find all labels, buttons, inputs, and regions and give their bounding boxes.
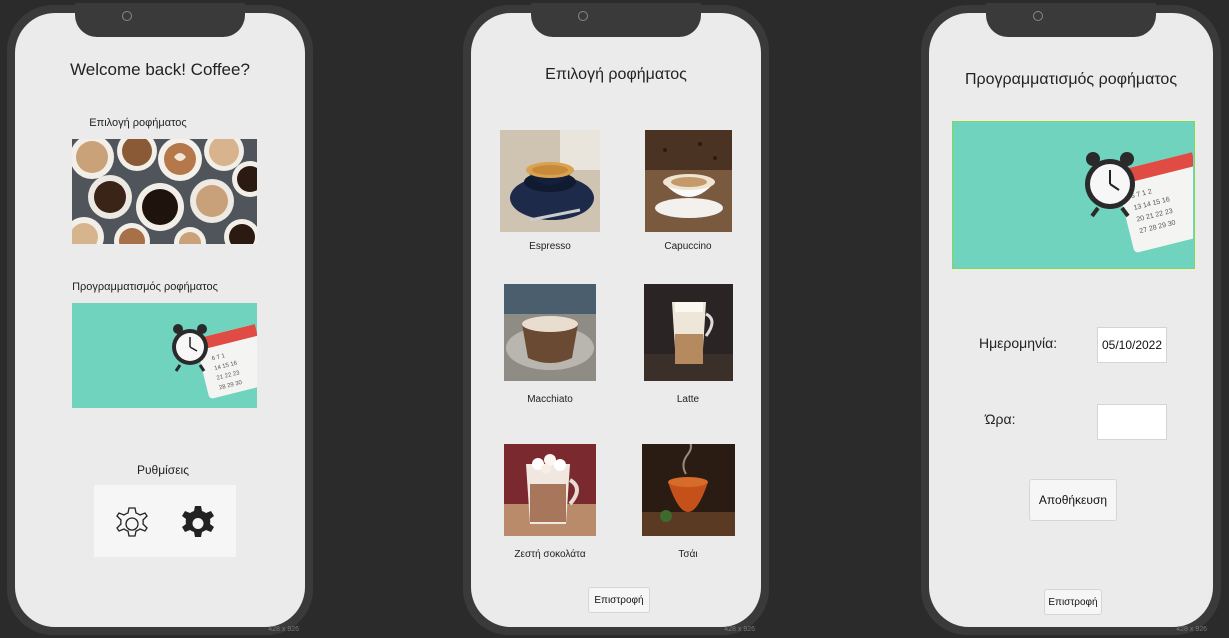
choose-title: Επιλογή ροφήματος — [545, 66, 687, 83]
drink-tile-latte[interactable] — [644, 284, 733, 381]
camera-icon — [1033, 11, 1043, 21]
camera-icon — [122, 11, 132, 21]
phone-choose: Επιλογή ροφήματος Espresso Capuccino Mac… — [463, 3, 769, 635]
phone-schedule: Προγραμματισμός ροφήματος 6 7 1 2 13 14 1… — [921, 3, 1221, 635]
back-button[interactable]: Επιστροφή — [588, 587, 650, 613]
camera-icon — [578, 11, 588, 21]
date-field[interactable]: 05/10/2022 — [1097, 327, 1167, 363]
choose-drink-label: Επιλογή ροφήματος — [89, 117, 187, 129]
drink-tile-capuccino[interactable] — [645, 130, 732, 232]
device-size-label: 428 x 926 — [724, 626, 755, 633]
phone-home: Welcome back! Coffee? Επιλογή ροφήματος — [7, 3, 313, 635]
date-label: Ημερομηνία: — [979, 335, 1058, 351]
gear-outline-icon[interactable] — [111, 503, 153, 545]
device-size-label: 428 x 926 — [1176, 626, 1207, 633]
drink-label-hot-chocolate: Ζεστή σοκολάτα — [514, 549, 586, 560]
home-screen: Welcome back! Coffee? Επιλογή ροφήματος — [15, 13, 305, 627]
back-button[interactable]: Επιστροφή — [1044, 589, 1102, 615]
save-button[interactable]: Αποθήκευση — [1029, 479, 1117, 521]
home-title: Welcome back! Coffee? — [70, 60, 250, 79]
time-field[interactable] — [1097, 404, 1167, 440]
schedule-title: Προγραμματισμός ροφήματος — [964, 71, 1178, 88]
gear-filled-icon[interactable] — [177, 503, 219, 545]
schedule-screen: Προγραμματισμός ροφήματος 6 7 1 2 13 14 1… — [929, 13, 1213, 627]
drink-label-capuccino: Capuccino — [664, 241, 712, 252]
drink-label-latte: Latte — [676, 394, 700, 405]
phone-notch — [75, 3, 245, 37]
phone-notch — [531, 3, 701, 37]
drink-tile-hot-chocolate[interactable] — [504, 444, 596, 536]
drink-label-espresso: Espresso — [529, 241, 571, 252]
drink-tile-macchiato[interactable] — [504, 284, 596, 381]
drink-label-tea: Τσάι — [678, 549, 698, 560]
schedule-banner-image[interactable]: 6 7 1 2 13 14 15 16 20 21 22 23 27 28 29 30 — [952, 121, 1195, 269]
drink-label-macchiato: Macchiato — [527, 394, 573, 405]
time-label: Ώρα: — [985, 411, 1016, 427]
schedule-drink-label: Προγραμματισμός ροφήματος — [72, 281, 218, 293]
coffee-cups-image[interactable] — [72, 139, 257, 244]
choose-screen: Επιλογή ροφήματος Espresso Capuccino Mac… — [471, 13, 761, 627]
drink-tile-tea[interactable] — [642, 444, 735, 536]
schedule-image[interactable]: 6 7 1 14 15 16 21 22 23 28 29 30 — [72, 303, 257, 408]
device-size-label: 428 x 926 — [268, 626, 299, 633]
settings-label: Ρυθμίσεις — [136, 463, 190, 477]
drink-tile-espresso[interactable] — [500, 130, 600, 232]
phone-notch — [986, 3, 1156, 37]
